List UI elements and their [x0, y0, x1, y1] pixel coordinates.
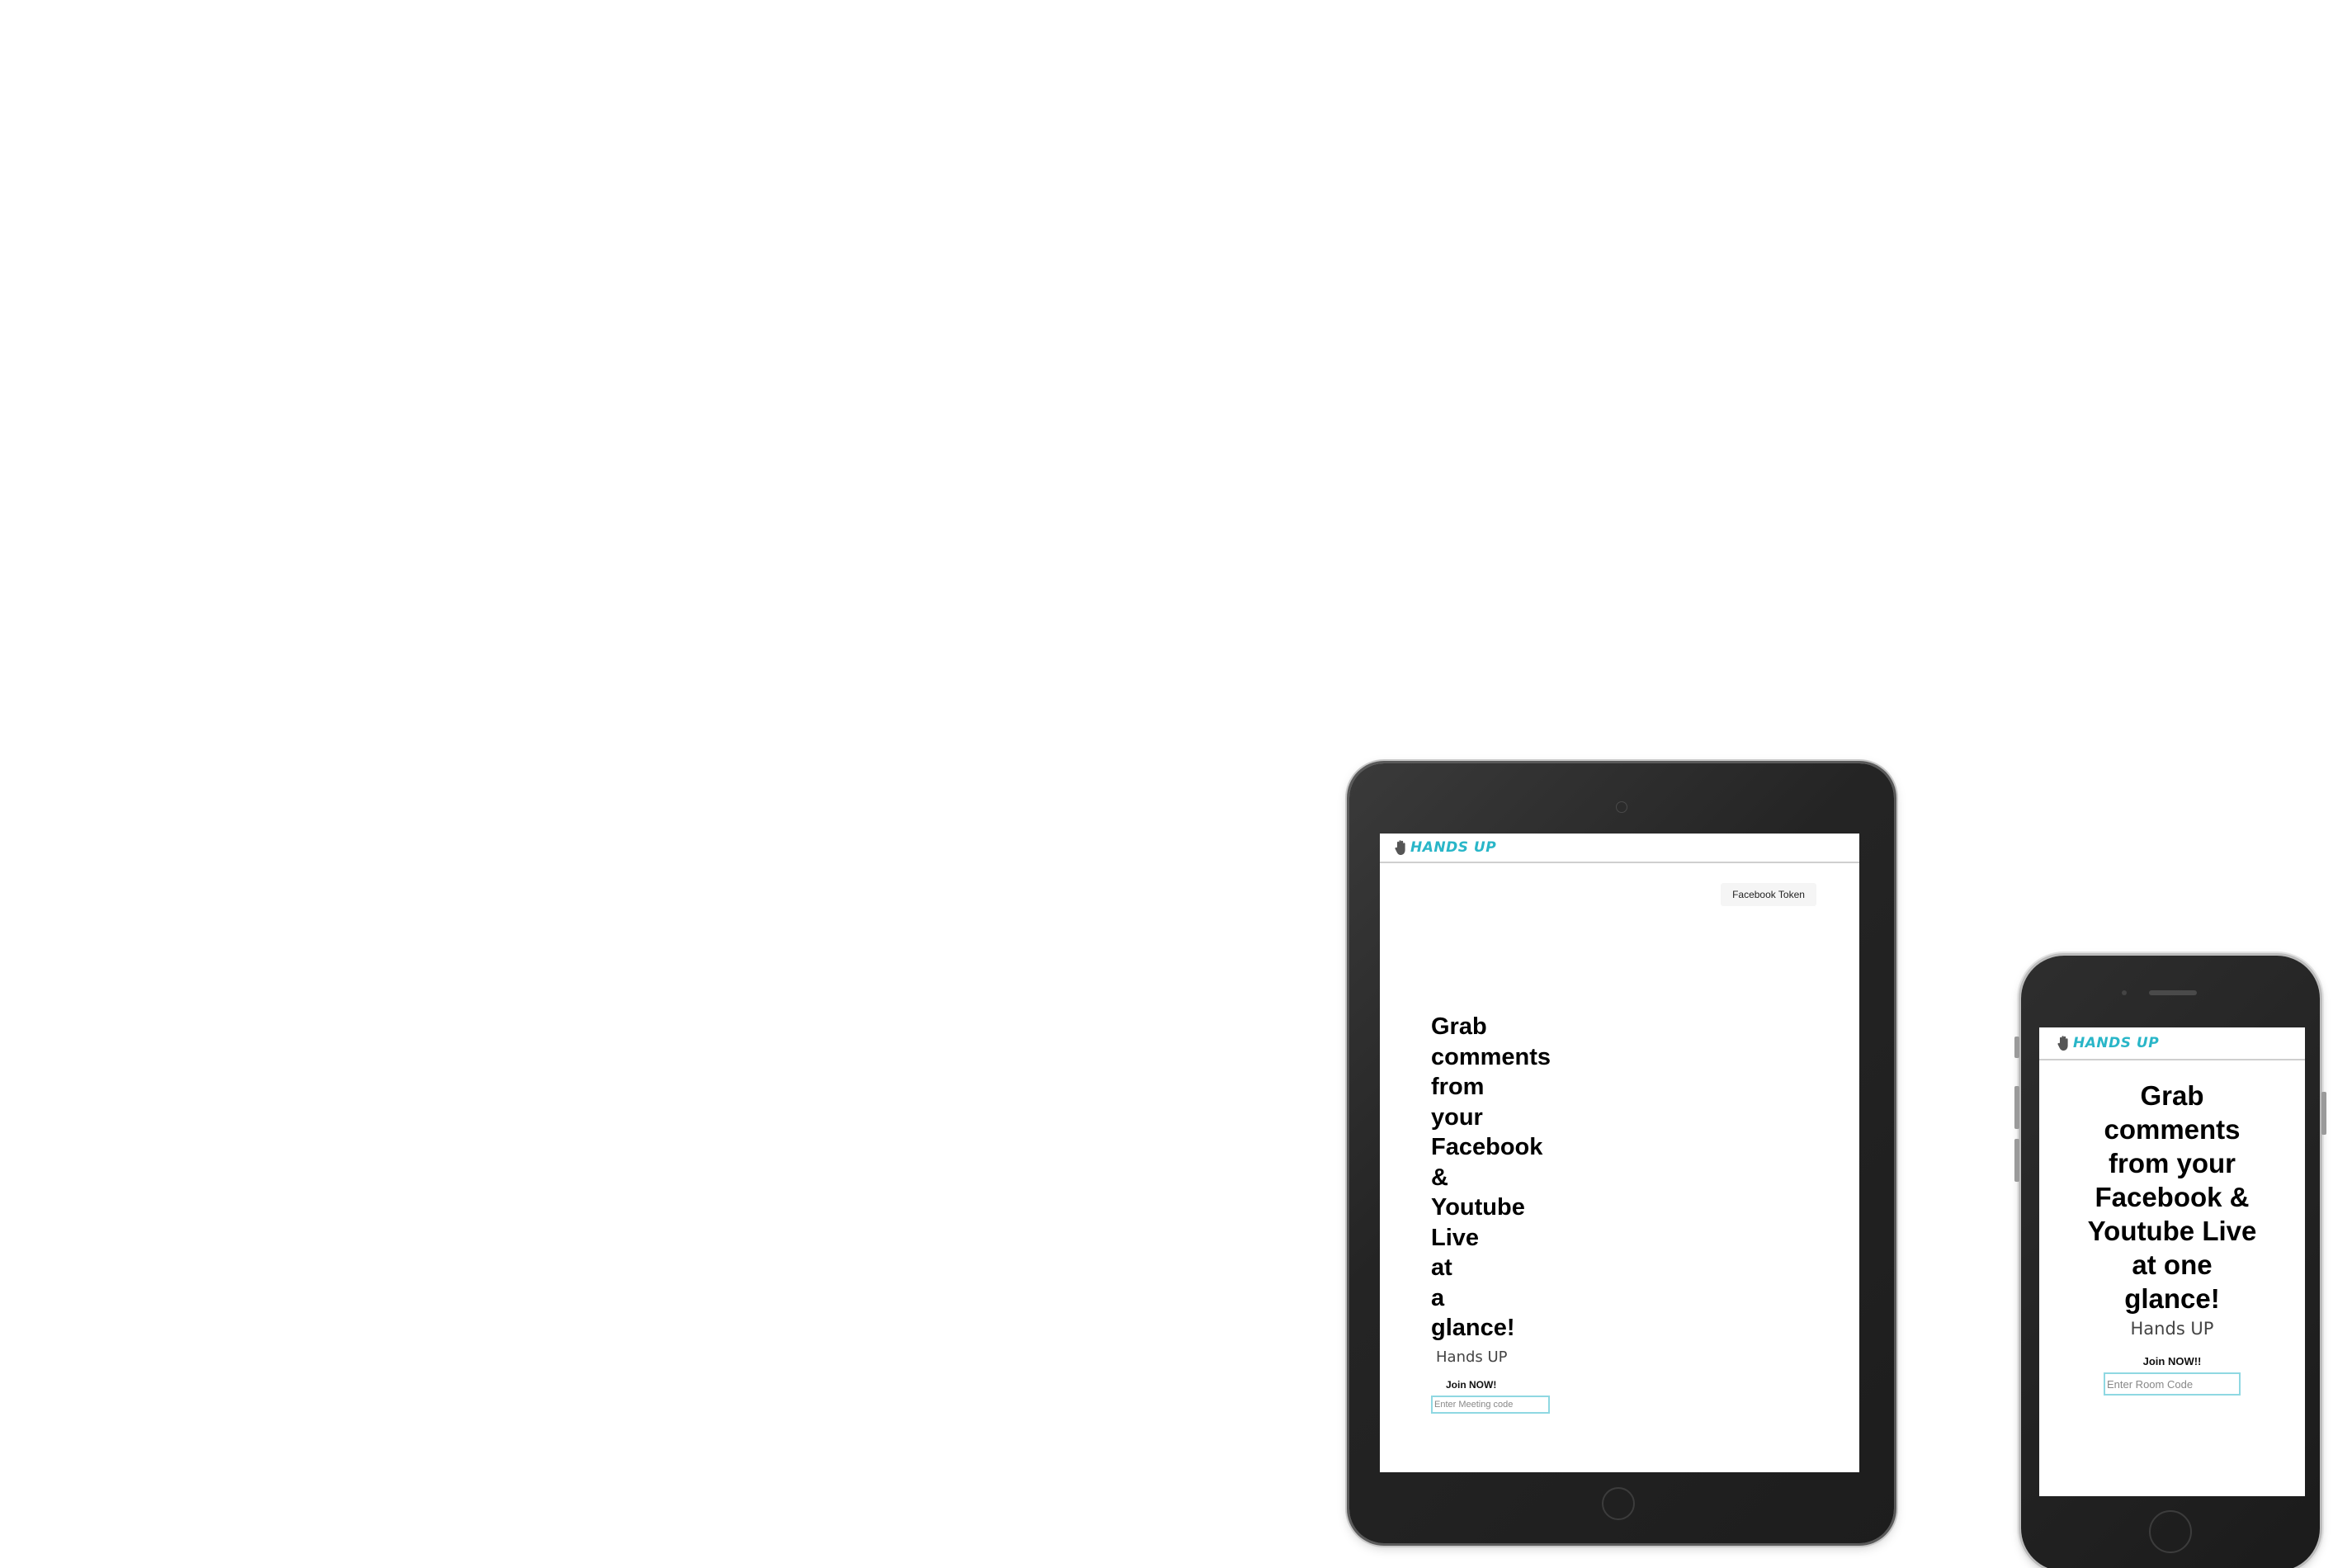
phone-volume-down-button: [2014, 1139, 2019, 1182]
hero-subtitle: Hands UP: [1436, 1348, 1508, 1366]
mockup-canvas: HANDS UP Facebook Token Grab comments fr…: [0, 0, 2352, 1568]
join-label: Join NOW!: [1446, 1378, 1497, 1391]
phone-screen: HANDS UP Grab comments from your Faceboo…: [2039, 1027, 2305, 1496]
room-code-input[interactable]: [2104, 1372, 2241, 1396]
tablet-home-button[interactable]: [1602, 1487, 1635, 1520]
facebook-token-button[interactable]: Facebook Token: [1721, 883, 1816, 906]
tablet-camera: [1616, 801, 1627, 813]
app-header: HANDS UP: [2039, 1027, 2305, 1060]
phone-power-button: [2321, 1092, 2326, 1135]
meeting-code-input[interactable]: [1431, 1395, 1550, 1414]
raised-hand-icon: [2057, 1035, 2069, 1051]
brand-logo-text[interactable]: HANDS UP: [2073, 1035, 2159, 1051]
phone-speaker: [2149, 990, 2197, 995]
hero-section: Grab comments from your Facebook & Youtu…: [1431, 1012, 1580, 1414]
tablet-screen: HANDS UP Facebook Token Grab comments fr…: [1380, 834, 1859, 1472]
hero-title: Grab comments from your Facebook & Youtu…: [2087, 1080, 2257, 1314]
hero-title: Grab comments from your Facebook & Youtu…: [1431, 1013, 1551, 1341]
phone-front-camera: [2122, 990, 2127, 995]
app-header: HANDS UP: [1380, 834, 1859, 863]
brand-logo-text[interactable]: HANDS UP: [1410, 839, 1496, 856]
tablet-device: HANDS UP Facebook Token Grab comments fr…: [1349, 763, 1894, 1543]
hero-section: Grab comments from your Facebook & Youtu…: [2039, 1079, 2305, 1396]
join-label: Join NOW!!: [2142, 1355, 2202, 1367]
phone-mute-switch: [2014, 1037, 2019, 1058]
hero-subtitle: Hands UP: [2130, 1319, 2214, 1339]
phone-volume-up-button: [2014, 1086, 2019, 1129]
phone-home-button[interactable]: [2149, 1510, 2192, 1553]
raised-hand-icon: [1395, 839, 1406, 856]
phone-device: HANDS UP Grab comments from your Faceboo…: [2014, 956, 2326, 1568]
